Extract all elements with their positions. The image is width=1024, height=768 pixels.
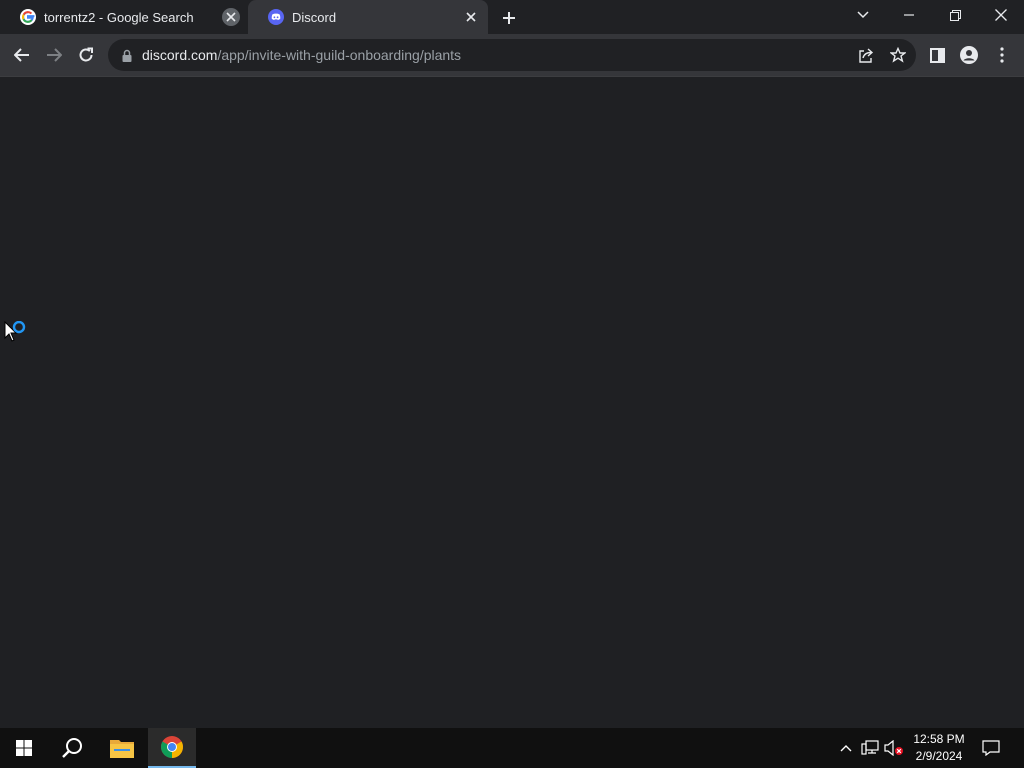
chevron-up-icon [840, 745, 852, 752]
start-button[interactable] [0, 728, 48, 768]
url-path: /app/invite-with-guild-onboarding/plants [217, 47, 462, 63]
profile-icon [960, 46, 978, 64]
taskbar: 12:58 PM 2/9/2024 [0, 728, 1024, 768]
browser-toolbar: discord.com/app/invite-with-guild-onboar… [0, 34, 1024, 77]
clock-date: 2/9/2024 [915, 749, 963, 763]
volume-muted-icon [884, 740, 903, 756]
tab-title: Discord [292, 9, 337, 25]
menu-button[interactable] [986, 39, 1018, 71]
forward-button[interactable] [38, 39, 70, 71]
taskbar-clock[interactable]: 12:58 PM 2/9/2024 [906, 731, 972, 765]
close-window-button[interactable] [978, 0, 1024, 30]
taskbar-chrome[interactable] [148, 728, 196, 768]
tab-strip: torrentz2 - Google Search Discord [0, 0, 1024, 34]
reload-icon [79, 47, 93, 62]
google-icon [20, 9, 36, 25]
lock-icon[interactable] [120, 48, 134, 62]
chrome-icon [161, 736, 183, 758]
windows-start-icon [16, 740, 32, 756]
minimize-button[interactable] [886, 0, 932, 30]
reload-button[interactable] [70, 39, 102, 71]
network-icon [861, 740, 879, 755]
clock-time: 12:58 PM [913, 732, 965, 746]
discord-icon [268, 9, 284, 25]
chevron-down-icon [857, 11, 869, 19]
tab-close-button[interactable] [462, 8, 480, 26]
side-panel-button[interactable] [921, 39, 953, 71]
taskbar-file-explorer[interactable] [98, 728, 146, 768]
url-text[interactable]: discord.com/app/invite-with-guild-onboar… [142, 47, 461, 63]
file-explorer-icon [110, 740, 134, 758]
tab-discord[interactable]: Discord [248, 0, 488, 34]
tab-close-button[interactable] [222, 8, 240, 26]
url-host: discord.com [142, 47, 218, 63]
restore-button[interactable] [932, 0, 978, 30]
volume-tray-button[interactable] [884, 738, 904, 758]
busy-cursor-icon [4, 321, 26, 342]
restore-icon [949, 9, 961, 21]
kebab-menu-icon [1000, 47, 1004, 63]
back-button[interactable] [6, 39, 38, 71]
tab-google-search[interactable]: torrentz2 - Google Search [0, 0, 248, 34]
close-icon [226, 12, 236, 22]
plus-icon [503, 12, 515, 24]
search-icon [62, 738, 82, 758]
show-hidden-icons-button[interactable] [836, 738, 856, 758]
side-panel-icon [929, 47, 945, 63]
taskbar-search-button[interactable] [48, 728, 96, 768]
page-content [0, 77, 1024, 728]
minimize-icon [904, 14, 914, 16]
action-center-button[interactable] [981, 738, 1001, 758]
network-tray-button[interactable] [860, 738, 880, 758]
bookmark-star-icon[interactable] [890, 47, 906, 63]
close-icon [466, 12, 476, 22]
arrow-left-icon [14, 48, 29, 62]
notification-icon [982, 740, 1000, 756]
profile-button[interactable] [953, 39, 985, 71]
close-icon [995, 9, 1007, 21]
tab-search-button[interactable] [840, 0, 886, 30]
tab-title: torrentz2 - Google Search [44, 9, 194, 25]
arrow-right-icon [47, 48, 62, 62]
address-bar[interactable]: discord.com/app/invite-with-guild-onboar… [108, 39, 916, 71]
new-tab-button[interactable] [496, 5, 522, 31]
share-icon[interactable] [858, 47, 874, 63]
